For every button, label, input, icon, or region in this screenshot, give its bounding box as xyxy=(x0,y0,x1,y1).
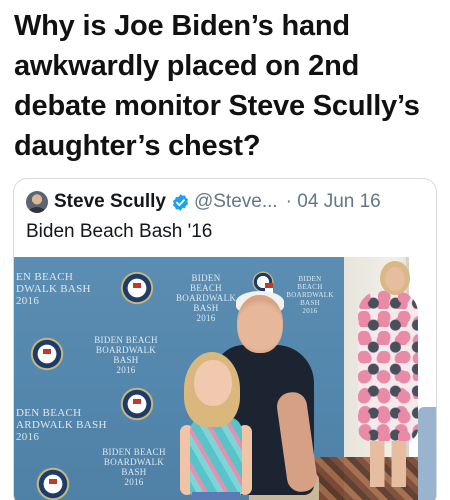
backdrop-text: BIDEN BEACH BOARDWALK BASH 2016 xyxy=(94,335,158,375)
tweet-text: Biden Beach Bash '16 xyxy=(26,221,213,242)
woman-legs xyxy=(370,437,406,487)
headline-line-1: Why is Joe Biden’s hand xyxy=(14,10,350,42)
girl-face xyxy=(194,360,232,406)
embedded-tweet[interactable]: Steve Scully @Steve... · 04 Jun 16 Biden… xyxy=(13,178,437,500)
avatar[interactable] xyxy=(26,191,48,213)
seal-icon xyxy=(252,271,274,293)
backdrop-text: BIDEN BEACH BOARDWALK BASH 2016 xyxy=(102,447,166,487)
seal-icon xyxy=(120,271,154,305)
woman-dress xyxy=(358,291,418,441)
backdrop-text: BIDEN BEACH BOARDWALK BASH 2016 xyxy=(286,275,334,315)
girl-shorts xyxy=(192,492,240,500)
man-face xyxy=(237,295,283,353)
woman-face xyxy=(385,267,405,291)
verified-badge-icon xyxy=(172,193,188,211)
seal-icon xyxy=(36,467,70,500)
backdrop-text: BIDEN BEACH BOARDWALK BASH 2016 xyxy=(176,273,237,323)
tweet-photo[interactable]: EN BEACH DWALK BASH 2016 BIDEN BEACH BOARDW… xyxy=(14,257,436,500)
headline-line-4: daughter’s chest? xyxy=(14,130,261,162)
girl-top xyxy=(190,417,242,497)
tweet-display-name[interactable]: Steve Scully xyxy=(54,191,166,213)
backdrop-text: DEN BEACH ARDWALK BASH 2016 xyxy=(16,407,107,443)
tweet-header: Steve Scully @Steve... · 04 Jun 16 xyxy=(26,187,426,217)
seal-icon xyxy=(120,387,154,421)
backdrop-text: EN BEACH DWALK BASH 2016 xyxy=(16,271,91,307)
tweet-handle[interactable]: @Steve... xyxy=(194,191,278,213)
headline-line-3: debate monitor Steve Scully’s xyxy=(14,90,420,122)
tweet-date[interactable]: · 04 Jun 16 xyxy=(286,191,381,213)
seal-icon xyxy=(30,337,64,371)
partial-person xyxy=(418,407,436,500)
headline: Why is Joe Biden’s hand awkwardly placed… xyxy=(14,6,444,166)
headline-line-2: awkwardly placed on 2nd xyxy=(14,50,360,82)
